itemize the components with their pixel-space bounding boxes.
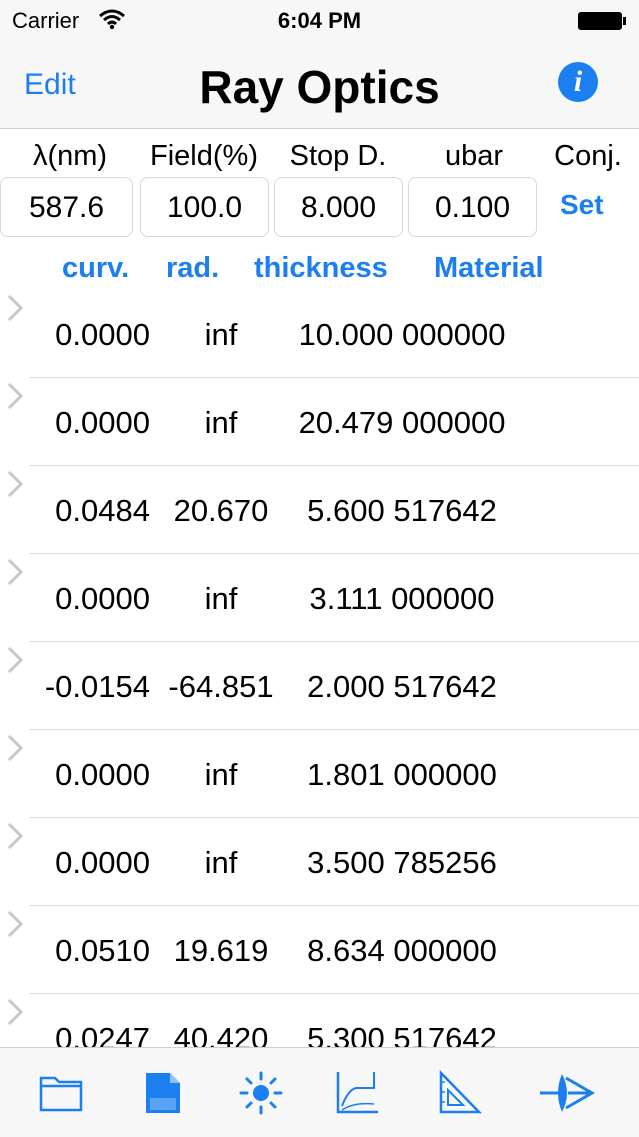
page-title: Ray Optics [199, 61, 440, 113]
thickness-cell: 5.600 517642 [307, 493, 497, 528]
table-row[interactable]: 0.0247 40.420 5.300 517642 [0, 994, 639, 1047]
thickness-header: thickness [254, 252, 388, 284]
table-row[interactable]: 0.0510 19.619 8.634 000000 [0, 906, 639, 994]
tab-bar [0, 1047, 639, 1137]
curvature-cell: 0.0247 [55, 1021, 150, 1047]
document-icon[interactable] [140, 1070, 186, 1116]
table-row[interactable]: 0.0000 inf 10.000 000000 [0, 290, 639, 378]
thickness-cell: 3.111 000000 [309, 581, 495, 616]
triangle-ruler-icon[interactable] [436, 1070, 482, 1116]
plot-icon[interactable] [334, 1070, 380, 1116]
field-label: Field(%) [150, 140, 258, 172]
curvature-cell: 0.0000 [55, 405, 150, 440]
clock: 6:04 PM [277, 8, 362, 33]
wavelength-label: λ(nm) [32, 140, 108, 172]
curvature-cell: 0.0000 [55, 757, 150, 792]
params-header: λ(nm) Field(%) Stop D. ubar Conj. [0, 140, 639, 174]
table-row[interactable]: -0.0154 -64.851 2.000 517642 [0, 642, 639, 730]
wavelength-field[interactable]: 587.6 [0, 177, 133, 237]
table-row[interactable]: 0.0000 inf 3.111 000000 [0, 554, 639, 642]
curvature-header: curv. [62, 252, 130, 284]
folder-icon[interactable] [38, 1070, 84, 1116]
thickness-cell: 3.500 785256 [307, 845, 497, 880]
ubar-label: ubar [444, 140, 504, 172]
stop-diameter-label: Stop D. [289, 140, 387, 172]
thickness-cell: 8.634 000000 [307, 933, 497, 968]
curvature-cell: -0.0154 [44, 669, 150, 704]
radius-header: rad. [166, 252, 220, 284]
table-row[interactable]: 0.0000 inf 20.479 000000 [0, 378, 639, 466]
curvature-cell: 0.0000 [55, 581, 150, 616]
field-percent-field[interactable]: 100.0 [140, 177, 269, 237]
ubar-field[interactable]: 0.100 [408, 177, 537, 237]
column-headers: curv. rad. thickness Material [0, 252, 639, 286]
params-row: 587.6 100.0 8.000 0.100 Set [0, 177, 639, 239]
thickness-cell: 1.801 000000 [307, 757, 497, 792]
thickness-cell: 5.300 517642 [307, 1021, 497, 1047]
curvature-cell: 0.0000 [55, 317, 150, 352]
thickness-cell: 10.000 000000 [298, 317, 506, 352]
curvature-cell: 0.0000 [55, 845, 150, 880]
curvature-cell: 0.0484 [55, 493, 150, 528]
stop-diameter-field[interactable]: 8.000 [274, 177, 403, 237]
set-conj-button[interactable]: Set [560, 189, 604, 221]
surface-table[interactable]: 0.0000 inf 10.000 000000 0.0000 inf 20.4… [0, 290, 639, 1047]
info-icon[interactable]: i [558, 62, 598, 102]
material-header: Material [434, 252, 544, 284]
curvature-cell: 0.0510 [55, 933, 150, 968]
conj-label: Conj. [554, 140, 622, 172]
lens-icon[interactable] [540, 1070, 596, 1116]
battery-icon [578, 12, 626, 30]
thickness-cell: 2.000 517642 [307, 669, 497, 704]
thickness-cell: 20.479 000000 [298, 405, 506, 440]
status-bar: Carrier 6:04 PM [0, 0, 639, 40]
table-row[interactable]: 0.0000 inf 3.500 785256 [0, 818, 639, 906]
sun-icon[interactable] [238, 1070, 284, 1116]
navigation-bar: Edit Ray Optics i [0, 40, 639, 129]
table-row[interactable]: 0.0000 inf 1.801 000000 [0, 730, 639, 818]
table-row[interactable]: 0.0484 20.670 5.600 517642 [0, 466, 639, 554]
